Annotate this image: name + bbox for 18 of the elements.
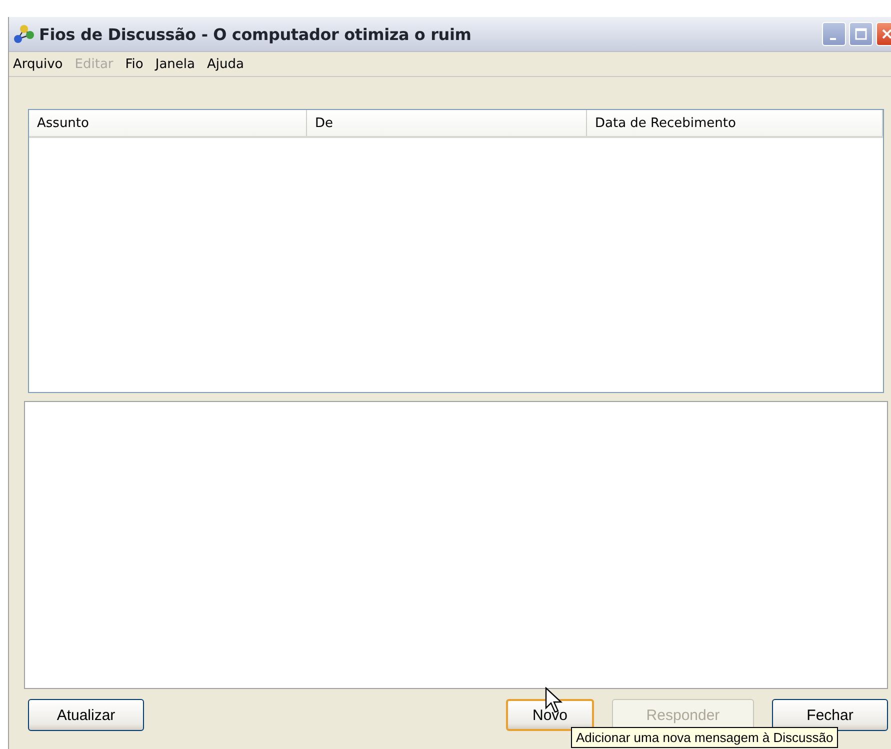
dialog-button[interactable]: Atualizar (28, 699, 144, 731)
network-icon (13, 23, 35, 45)
window-title: Fios de Discussão - O computador otimiza o ruim (39, 24, 472, 44)
maximize-icon (855, 28, 867, 40)
minimize-button[interactable] (822, 22, 846, 46)
dialog-button[interactable]: Fechar (772, 699, 888, 731)
menu-item[interactable]: Janela (155, 56, 195, 72)
minimize-icon (830, 38, 836, 40)
dialog-button[interactable]: Novo (506, 699, 594, 731)
menu-item[interactable]: Arquivo (13, 56, 63, 72)
tooltip: Adicionar uma nova mensagem à Discussão (571, 727, 838, 748)
column-header[interactable]: Data de Recebimento (587, 110, 883, 136)
maximize-button[interactable] (849, 22, 873, 46)
column-header[interactable]: De (307, 110, 587, 136)
close-icon (881, 28, 891, 40)
menu-item[interactable]: Fio (125, 56, 144, 72)
column-header[interactable]: Assunto (29, 110, 307, 136)
menu-item[interactable]: Ajuda (207, 56, 244, 72)
